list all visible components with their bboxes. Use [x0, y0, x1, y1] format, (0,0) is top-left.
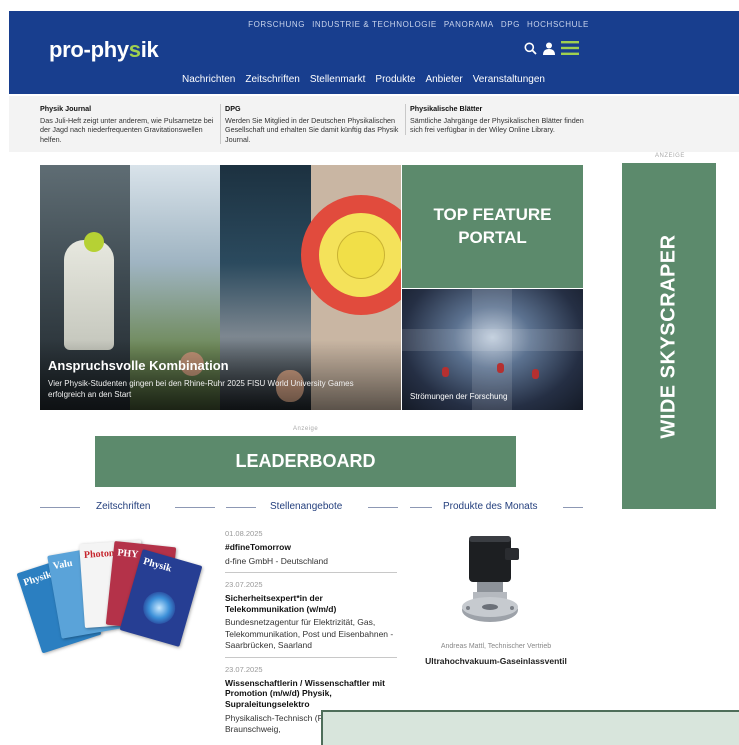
- info-title: Physikalische Blätter: [410, 104, 483, 113]
- light-beam: [402, 329, 583, 351]
- ad-label-top: ANZEIGE: [655, 153, 685, 159]
- logo-part-main: pro-phy: [49, 37, 129, 62]
- user-icon[interactable]: [543, 42, 555, 58]
- job-title[interactable]: #dfineTomorrow: [225, 542, 397, 553]
- section-title-produkte[interactable]: Produkte des Monats: [443, 501, 538, 512]
- section-title-zeitschriften[interactable]: Zeitschriften: [96, 501, 150, 512]
- top-nav-dpg[interactable]: DPG: [501, 20, 520, 29]
- top-feature-portal-ad[interactable]: TOP FEATURE PORTAL: [402, 165, 583, 288]
- job-company: d-fine GmbH - Deutschland: [225, 555, 328, 566]
- red-figure: [497, 363, 504, 373]
- red-figure: [442, 367, 449, 377]
- top-nav: FORSCHUNG INDUSTRIE & TECHNOLOGIE PANORA…: [248, 20, 589, 29]
- section-divider: [368, 507, 398, 508]
- job-item[interactable]: 23.07.2025 Sicherheitsexpert*in der Tele…: [225, 580, 397, 658]
- magazine-title: PHY: [116, 547, 139, 561]
- fencer-mask: [84, 232, 104, 252]
- main-nav-anbieter[interactable]: Anbieter: [425, 74, 462, 85]
- job-title[interactable]: Wissenschaftlerin / Wissenschaftler mit …: [225, 678, 397, 710]
- top-nav-hochschule[interactable]: HOCHSCHULE: [527, 20, 589, 29]
- overlay-ad-box[interactable]: [321, 710, 739, 745]
- top-nav-forschung[interactable]: FORSCHUNG: [248, 20, 305, 29]
- info-bar: Physik Journal Das Juli-Heft zeigt unter…: [9, 96, 739, 152]
- section-divider: [563, 507, 583, 508]
- magazine-stack[interactable]: Physik Valu Photon PHY Physik: [16, 532, 216, 662]
- hero-subtitle: Vier Physik-Studenten gingen bei den Rhi…: [48, 379, 354, 399]
- section-divider: [226, 507, 256, 508]
- flow-research-teaser[interactable]: Strömungen der Forschung: [402, 289, 583, 410]
- leaderboard-ad[interactable]: LEADERBOARD: [95, 436, 516, 487]
- main-nav-produkte[interactable]: Produkte: [375, 74, 415, 85]
- ad-label-mid: Anzeige: [293, 426, 319, 432]
- info-text: Das Juli-Heft zeigt unter anderem, wie P…: [40, 116, 214, 144]
- header-icons: [524, 41, 579, 58]
- job-item[interactable]: 01.08.2025 #dfineTomorrow d-fine GmbH - …: [225, 529, 397, 574]
- skyscraper-label: WIDE SKYSCRAPER: [657, 233, 680, 439]
- main-nav-nachrichten[interactable]: Nachrichten: [182, 74, 235, 85]
- menu-icon[interactable]: [561, 41, 579, 58]
- info-physikalische-blaetter[interactable]: Physikalische Blätter Sämtliche Jahrgäng…: [405, 104, 590, 135]
- info-title: Physik Journal: [40, 104, 92, 113]
- product-image-valve[interactable]: [455, 530, 530, 635]
- top-nav-panorama[interactable]: PANORAMA: [444, 20, 494, 29]
- fencer-figure: [64, 240, 114, 350]
- section-divider: [175, 507, 215, 508]
- site-logo[interactable]: pro-physik: [49, 37, 159, 63]
- info-dpg[interactable]: DPG Werden Sie Mitglied in der Deutschen…: [220, 104, 405, 144]
- main-nav: Nachrichten Zeitschriften Stellenmarkt P…: [182, 74, 545, 85]
- logo-part-tail: ik: [140, 37, 159, 62]
- magazine-title: Physik: [141, 555, 173, 575]
- job-date: 23.07.2025: [225, 664, 263, 674]
- section-title-stellenangebote[interactable]: Stellenangebote: [270, 501, 342, 512]
- job-title[interactable]: Sicherheitsexpert*in der Telekommunikati…: [225, 593, 397, 614]
- magazine-title: Physik: [22, 569, 54, 589]
- main-nav-zeitschriften[interactable]: Zeitschriften: [245, 74, 299, 85]
- info-title: DPG: [225, 104, 241, 113]
- top-nav-industrie[interactable]: INDUSTRIE & TECHNOLOGIE: [312, 20, 437, 29]
- job-company: Bundesnetzagentur für Elektrizität, Gas,…: [225, 617, 394, 651]
- magazine-title: Valu: [52, 557, 74, 573]
- product-name[interactable]: Ultrahochvakuum-Gaseinlassventil: [410, 656, 582, 666]
- job-date: 01.08.2025: [225, 529, 263, 538]
- main-nav-stellenmarkt[interactable]: Stellenmarkt: [310, 74, 366, 85]
- job-date: 23.07.2025: [225, 580, 263, 590]
- section-divider: [40, 507, 80, 508]
- red-figure: [532, 369, 539, 379]
- section-divider: [410, 507, 432, 508]
- info-physik-journal[interactable]: Physik Journal Das Juli-Heft zeigt unter…: [40, 104, 220, 144]
- magazine-title: Photon: [83, 547, 115, 561]
- magazine-graphic: [139, 588, 179, 628]
- info-text: Sämtliche Jahrgänge der Physikalischen B…: [410, 116, 584, 135]
- hero-title[interactable]: Anspruchsvolle Kombination: [48, 358, 229, 373]
- wide-skyscraper-ad[interactable]: WIDE SKYSCRAPER: [622, 163, 716, 509]
- search-icon[interactable]: [524, 42, 537, 58]
- flow-caption: Strömungen der Forschung: [410, 392, 508, 401]
- logo-part-accent: s: [128, 37, 141, 62]
- info-text: Werden Sie Mitglied in der Deutschen Phy…: [225, 116, 399, 144]
- hero-teaser[interactable]: Anspruchsvolle Kombination Vier Physik-S…: [40, 165, 401, 410]
- site-header: FORSCHUNG INDUSTRIE & TECHNOLOGIE PANORA…: [9, 11, 739, 94]
- main-nav-veranstaltungen[interactable]: Veranstaltungen: [473, 74, 545, 85]
- product-vendor: Andreas Mattl, Technischer Vertrieb: [440, 643, 552, 650]
